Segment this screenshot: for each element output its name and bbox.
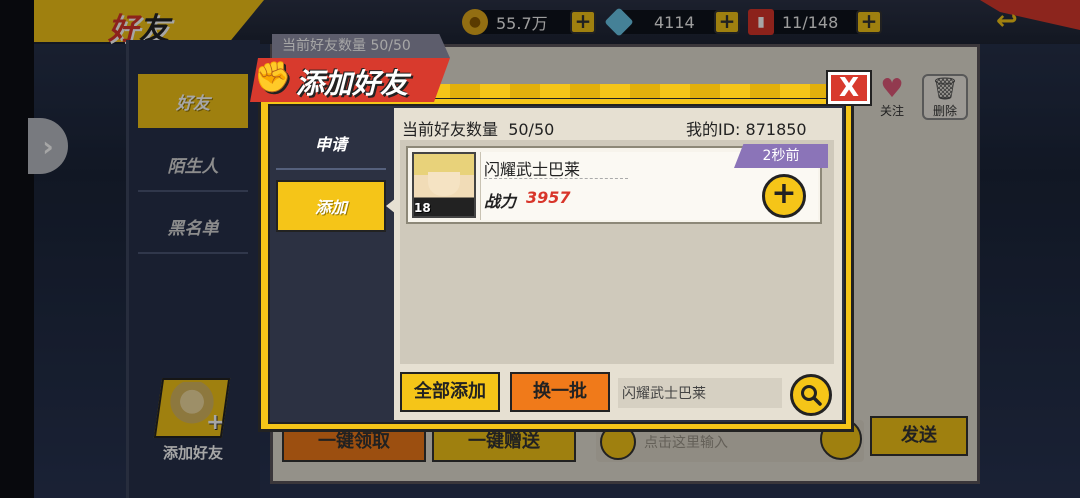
my-id-label: 我的ID: (686, 120, 741, 139)
refresh-batch-button[interactable]: 换一批 (510, 372, 610, 412)
search-icon (801, 385, 822, 406)
friend-count-value: 50/50 (508, 120, 555, 139)
dialog-title: 添加好友 (296, 67, 409, 100)
avatar-face (428, 172, 460, 196)
last-online-badge: 2秒前 (734, 144, 828, 168)
friend-count: 当前好友数量 50/50 (402, 116, 554, 140)
add-friend-button[interactable]: + (762, 174, 806, 218)
player-name: 闪耀武士巴莱 (484, 160, 581, 179)
search-button[interactable] (790, 374, 832, 416)
tab-pointer (386, 198, 396, 214)
name-divider (484, 178, 628, 179)
friend-count-label: 当前好友数量 (402, 120, 499, 139)
fist-icon: ✊ (254, 60, 292, 95)
my-id-value: 871850 (745, 120, 807, 139)
player-level: 18 (414, 201, 431, 215)
my-id: 我的ID: 871850 (686, 116, 807, 140)
tab-apply[interactable]: 申请 (276, 118, 386, 170)
close-button[interactable]: X (826, 70, 872, 106)
power-label: 战力 (484, 192, 517, 211)
add-all-button[interactable]: 全部添加 (400, 372, 500, 412)
tab-add[interactable]: 添加 (276, 180, 386, 232)
search-input[interactable] (618, 378, 782, 408)
power-value: 3957 (526, 188, 571, 207)
